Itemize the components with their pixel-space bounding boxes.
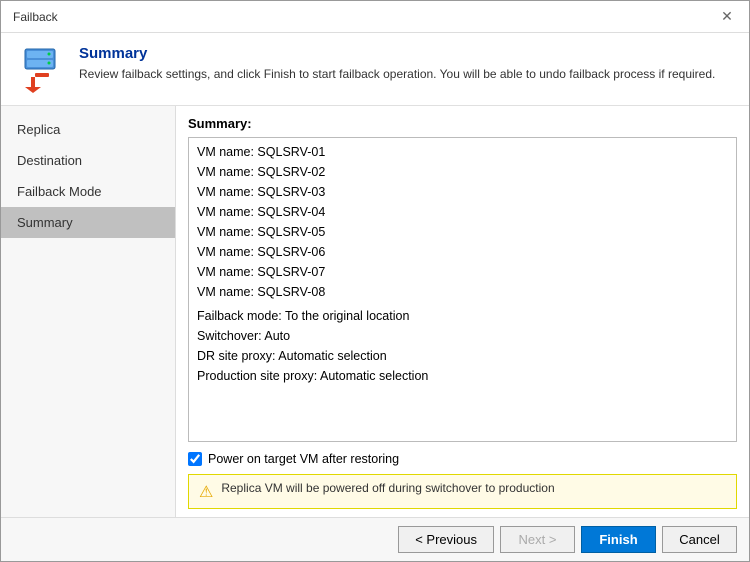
header: Summary Review failback settings, and cl… bbox=[1, 33, 749, 106]
cancel-button[interactable]: Cancel bbox=[662, 526, 737, 553]
header-content: Summary Review failback settings, and cl… bbox=[79, 45, 733, 83]
list-item: VM name: SQLSRV-03 bbox=[197, 182, 728, 202]
list-item: VM name: SQLSRV-05 bbox=[197, 222, 728, 242]
sidebar: Replica Destination Failback Mode Summar… bbox=[1, 106, 176, 517]
list-item: VM name: SQLSRV-06 bbox=[197, 242, 728, 262]
list-item: VM name: SQLSRV-04 bbox=[197, 202, 728, 222]
list-item: VM name: SQLSRV-07 bbox=[197, 262, 728, 282]
body: Replica Destination Failback Mode Summar… bbox=[1, 106, 749, 517]
sidebar-item-destination[interactable]: Destination bbox=[1, 145, 175, 176]
list-item: VM name: SQLSRV-01 bbox=[197, 142, 728, 162]
checkbox-area: Power on target VM after restoring bbox=[188, 450, 737, 468]
list-item: DR site proxy: Automatic selection bbox=[197, 346, 728, 366]
summary-details-section: Failback mode: To the original location … bbox=[197, 306, 728, 386]
sidebar-item-replica[interactable]: Replica bbox=[1, 114, 175, 145]
power-on-checkbox[interactable] bbox=[188, 452, 202, 466]
main-content: Summary: VM name: SQLSRV-01 VM name: SQL… bbox=[176, 106, 749, 517]
summary-list-inner: VM name: SQLSRV-01 VM name: SQLSRV-02 VM… bbox=[189, 138, 736, 390]
list-item: VM name: SQLSRV-02 bbox=[197, 162, 728, 182]
list-item: Failback mode: To the original location bbox=[197, 306, 728, 326]
warning-text: Replica VM will be powered off during sw… bbox=[221, 481, 554, 495]
finish-button[interactable]: Finish bbox=[581, 526, 656, 553]
summary-list[interactable]: VM name: SQLSRV-01 VM name: SQLSRV-02 VM… bbox=[188, 137, 737, 442]
summary-label: Summary: bbox=[188, 116, 737, 131]
title-bar-left: Failback bbox=[13, 10, 58, 24]
footer: < Previous Next > Finish Cancel bbox=[1, 517, 749, 561]
previous-button[interactable]: < Previous bbox=[398, 526, 494, 553]
sidebar-item-failback-mode[interactable]: Failback Mode bbox=[1, 176, 175, 207]
list-item: Switchover: Auto bbox=[197, 326, 728, 346]
close-icon: ✕ bbox=[721, 8, 733, 25]
header-title: Summary bbox=[79, 45, 733, 62]
list-item: Production site proxy: Automatic selecti… bbox=[197, 366, 728, 386]
header-description: Review failback settings, and click Fini… bbox=[79, 66, 733, 83]
close-button[interactable]: ✕ bbox=[717, 7, 737, 27]
list-item: VM name: SQLSRV-08 bbox=[197, 282, 728, 302]
warning-area: ⚠ Replica VM will be powered off during … bbox=[188, 474, 737, 509]
title-bar: Failback ✕ bbox=[1, 1, 749, 33]
next-button[interactable]: Next > bbox=[500, 526, 575, 553]
window-title: Failback bbox=[13, 10, 58, 24]
failback-icon bbox=[17, 45, 65, 93]
sidebar-item-summary[interactable]: Summary bbox=[1, 207, 175, 238]
warning-icon: ⚠ bbox=[199, 482, 213, 502]
power-on-label[interactable]: Power on target VM after restoring bbox=[208, 452, 399, 466]
dialog: Failback ✕ Summary Review failback setti… bbox=[0, 0, 750, 562]
